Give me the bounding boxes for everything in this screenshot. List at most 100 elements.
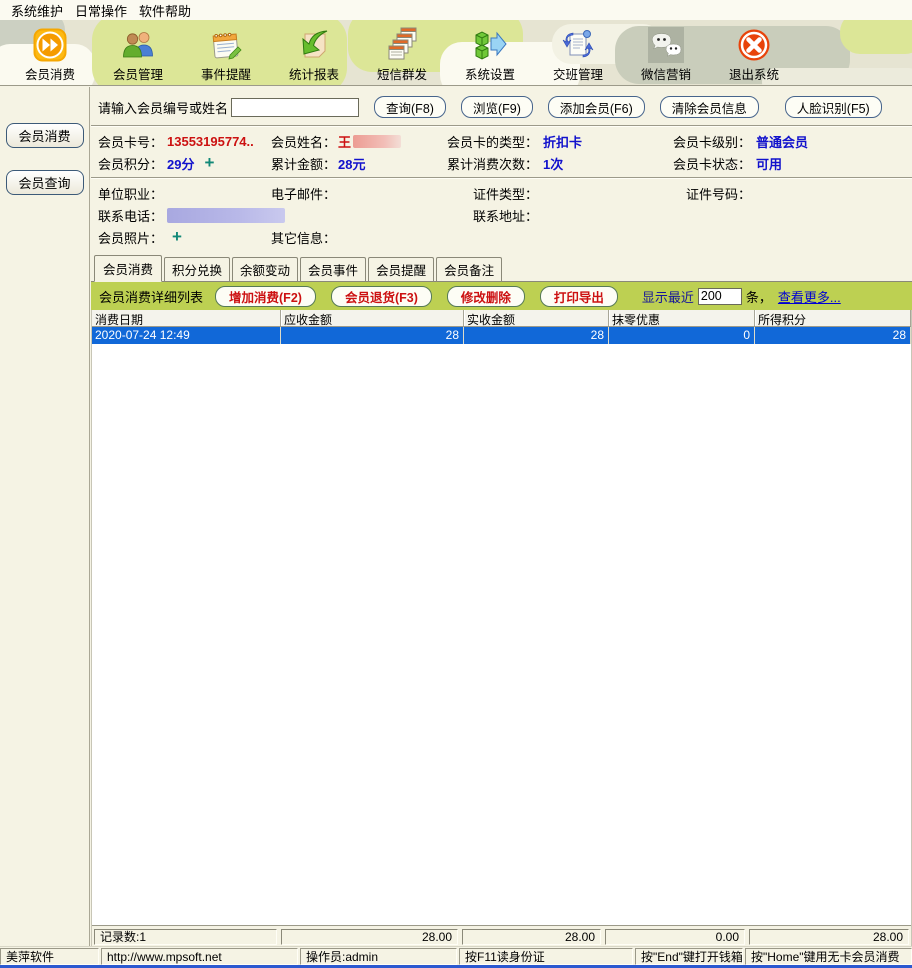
settings-cubes-icon: [472, 27, 508, 63]
field-phone: 联系电话：: [98, 206, 444, 225]
toolbar-item-label: 会员管理: [113, 64, 163, 83]
table-empty-area: [92, 344, 911, 925]
menu-item-system-maintain[interactable]: 系统维护: [5, 1, 69, 20]
menu-item-daily-operation[interactable]: 日常操作: [69, 1, 133, 20]
status-home-key-hint: 按"Home"键用无卡会员消费: [745, 948, 912, 965]
view-more-link[interactable]: 查看更多...: [778, 287, 841, 306]
field-card-no: 会员卡号： 13553195774..: [98, 132, 271, 151]
query-button[interactable]: 查询(F8): [374, 96, 446, 118]
toolbar-item-member-consume[interactable]: 会员消费: [6, 27, 94, 83]
tab-member-note[interactable]: 会员备注: [436, 257, 502, 281]
column-header-points[interactable]: 所得积分: [755, 310, 911, 326]
toolbar-item-wechat-marketing[interactable]: 微信营销: [622, 27, 710, 83]
toolbar-item-label: 事件提醒: [201, 64, 251, 83]
field-label: 累计金额：: [271, 154, 333, 173]
notepad-icon: [208, 27, 244, 63]
shift-doc-icon: [560, 27, 596, 63]
field-label: 单位职业：: [98, 184, 162, 203]
toolbar: 会员消费 会员管理 事件提醒 统计报表 短信群发: [0, 20, 912, 86]
consume-table: 消费日期 应收金额 实收金额 抹零优惠 所得积分 2020-07-24 12:4…: [91, 310, 912, 946]
field-label: 会员卡的类型：: [444, 132, 538, 151]
toolbar-item-label: 统计报表: [289, 64, 339, 83]
summary-received-total: 28.00: [462, 929, 601, 945]
modify-delete-button[interactable]: 修改删除: [447, 286, 525, 307]
toolbar-item-system-settings[interactable]: 系统设置: [446, 27, 534, 83]
status-bar: 美萍软件 http://www.mpsoft.net 操作员:admin 按F1…: [0, 946, 912, 965]
field-value: 普通会员: [756, 132, 808, 151]
tab-member-remind[interactable]: 会员提醒: [368, 257, 434, 281]
field-card-type: 会员卡的类型： 折扣卡: [444, 132, 659, 151]
tab-member-event[interactable]: 会员事件: [300, 257, 366, 281]
field-value: 王: [338, 132, 351, 151]
member-info-row: 单位职业： 电子邮件： 证件类型： 证件号码：: [98, 182, 912, 204]
field-label: 会员卡状态：: [659, 154, 751, 173]
clear-member-info-button[interactable]: 清除会员信息: [660, 96, 759, 118]
member-refund-button[interactable]: 会员退货(F3): [331, 286, 432, 307]
status-vendor: 美萍软件: [0, 948, 99, 965]
summary-receivable-total: 28.00: [281, 929, 458, 945]
field-name: 会员姓名： 王: [271, 132, 444, 151]
report-arrow-icon: [296, 27, 332, 63]
field-email: 电子邮件：: [271, 184, 444, 203]
field-id-no: 证件号码：: [659, 184, 912, 203]
name-redaction-blur: [353, 135, 401, 148]
toolbar-item-event-remind[interactable]: 事件提醒: [182, 27, 270, 83]
field-value: 28元: [338, 154, 365, 173]
status-website: http://www.mpsoft.net: [101, 948, 298, 965]
field-value: 13553195774..: [167, 134, 254, 149]
menu-item-software-help[interactable]: 软件帮助: [133, 1, 197, 20]
member-info-row: 会员照片： + 其它信息：: [98, 226, 912, 248]
toolbar-item-member-manage[interactable]: 会员管理: [94, 27, 182, 83]
toolbar-item-exit-system[interactable]: 退出系统: [710, 27, 798, 83]
exit-icon: [736, 27, 772, 63]
field-card-status: 会员卡状态： 可用: [659, 154, 912, 173]
recent-count-input[interactable]: [698, 288, 742, 305]
add-consume-button[interactable]: 增加消费(F2): [215, 286, 316, 307]
field-label: 会员积分：: [98, 154, 162, 173]
column-header-date[interactable]: 消费日期: [92, 310, 281, 326]
field-label: 会员卡级别：: [659, 132, 751, 151]
toolbar-item-label: 交班管理: [553, 64, 603, 83]
field-label: 会员卡号：: [98, 132, 162, 151]
member-info-row: 会员卡号： 13553195774.. 会员姓名： 王 会员卡的类型： 折扣卡 …: [98, 130, 912, 152]
wechat-icon: [648, 27, 684, 63]
toolbar-item-sms-batch[interactable]: 短信群发: [358, 27, 446, 83]
field-consume-count: 累计消费次数： 1次: [444, 154, 659, 173]
sidebar-button-member-consume[interactable]: 会员消费: [6, 123, 84, 148]
table-header-row: 消费日期 应收金额 实收金额 抹零优惠 所得积分: [92, 310, 911, 327]
tab-points-exchange[interactable]: 积分兑换: [164, 257, 230, 281]
member-search-input[interactable]: [231, 98, 359, 117]
member-detail-section: 单位职业： 电子邮件： 证件类型： 证件号码： 联系电话： 联系地址：: [91, 179, 912, 251]
status-f11-hint: 按F11读身份证: [459, 948, 633, 965]
toolbar-items: 会员消费 会员管理 事件提醒 统计报表 短信群发: [0, 20, 912, 85]
search-row: 请输入会员编号或姓名 查询(F8) 浏览(F9) 添加会员(F6) 清除会员信息…: [91, 87, 912, 125]
add-points-icon[interactable]: +: [204, 156, 214, 170]
fast-forward-icon: [32, 27, 68, 63]
column-header-discount[interactable]: 抹零优惠: [609, 310, 755, 326]
toolbar-item-shift-manage[interactable]: 交班管理: [534, 27, 622, 83]
status-end-key-hint: 按"End"键打开钱箱: [635, 948, 743, 965]
add-photo-icon[interactable]: +: [172, 230, 182, 244]
print-export-button[interactable]: 打印导出: [540, 286, 618, 307]
menu-bar: 系统维护 日常操作 软件帮助: [0, 0, 912, 20]
tab-member-consume[interactable]: 会员消费: [94, 255, 162, 282]
field-occupation: 单位职业：: [98, 184, 271, 203]
browse-button[interactable]: 浏览(F9): [461, 96, 533, 118]
cell-date: 2020-07-24 12:49: [92, 327, 281, 344]
field-value: 可用: [756, 154, 782, 173]
column-header-receivable[interactable]: 应收金额: [281, 310, 464, 326]
toolbar-item-stats-report[interactable]: 统计报表: [270, 27, 358, 83]
status-operator: 操作员:admin: [300, 948, 457, 965]
show-recent-label: 显示最近: [642, 287, 694, 306]
field-label: 电子邮件：: [271, 184, 333, 203]
table-row[interactable]: 2020-07-24 12:49 28 28 0 28: [92, 327, 911, 344]
face-recognition-button[interactable]: 人脸识别(F5): [785, 96, 882, 118]
toolbar-item-label: 系统设置: [465, 64, 515, 83]
column-header-received[interactable]: 实收金额: [464, 310, 609, 326]
tab-balance-change[interactable]: 余额变动: [232, 257, 298, 281]
member-info-row: 会员积分： 29分 + 累计金额： 28元 累计消费次数： 1次 会员卡状态： …: [98, 152, 912, 174]
field-label: 联系地址：: [444, 206, 538, 225]
sidebar-button-member-query[interactable]: 会员查询: [6, 170, 84, 195]
detail-tabs: 会员消费 积分兑换 余额变动 会员事件 会员提醒 会员备注: [91, 251, 912, 282]
add-member-button[interactable]: 添加会员(F6): [548, 96, 645, 118]
